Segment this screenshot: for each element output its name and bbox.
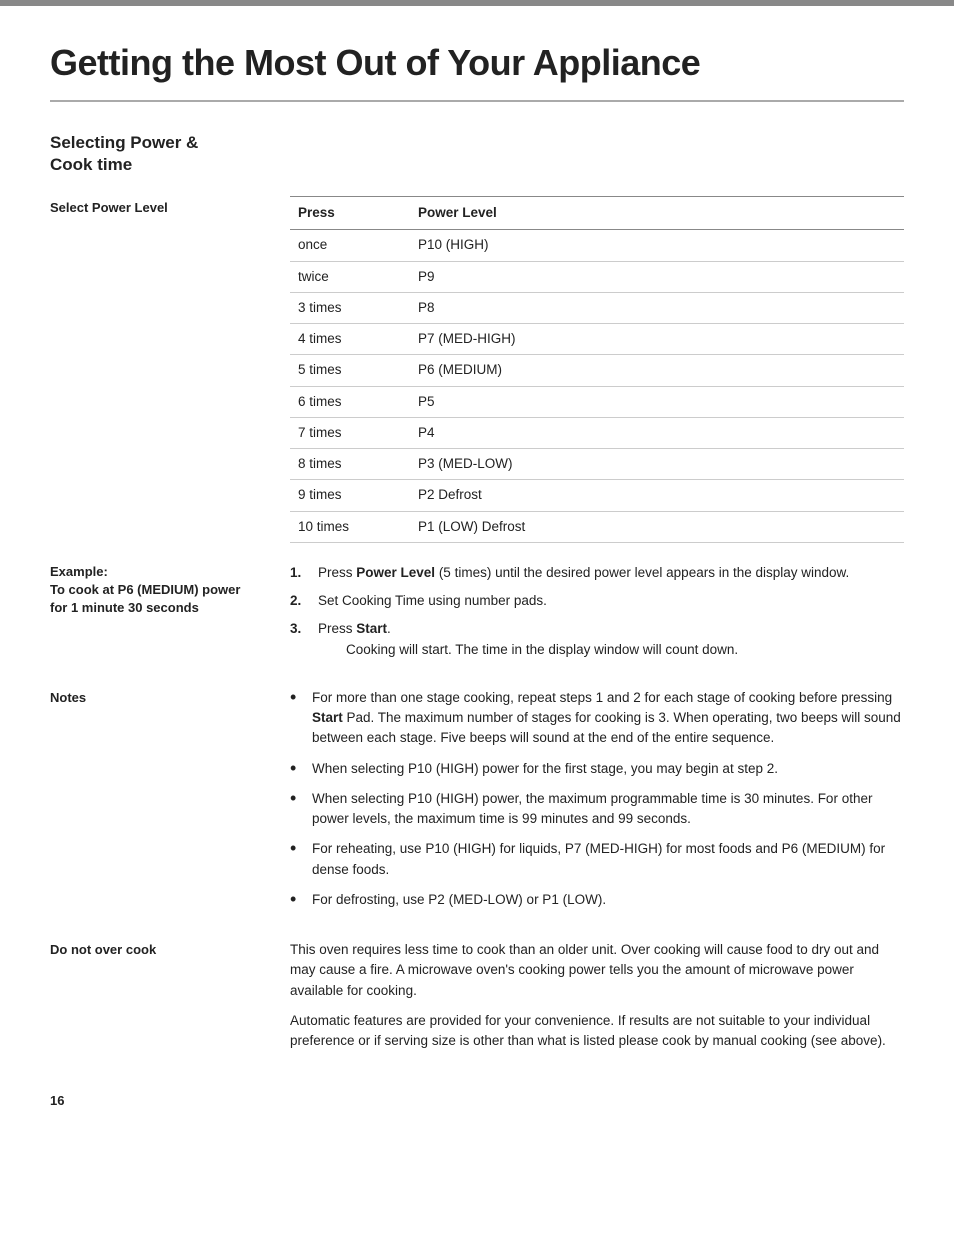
step-2: 2. Set Cooking Time using number pads. — [290, 591, 904, 611]
donotcook-label: Do not over cook — [50, 940, 270, 960]
power-level-cell: P6 (MEDIUM) — [410, 355, 904, 386]
press-cell: once — [290, 230, 410, 261]
donotcook-left: Do not over cook — [50, 940, 290, 1061]
table-row: 3 timesP8 — [290, 292, 904, 323]
table-row: 10 timesP1 (LOW) Defrost — [290, 511, 904, 542]
press-cell: 8 times — [290, 449, 410, 480]
section-heading: Selecting Power &Cook time — [50, 132, 904, 176]
power-level-cell: P4 — [410, 417, 904, 448]
note-5: • For defrosting, use P2 (MED-LOW) or P1… — [290, 890, 904, 910]
power-level-cell: P8 — [410, 292, 904, 323]
bullet-icon-5: • — [290, 890, 304, 910]
power-table-section: Select Power Level Press Power Level onc… — [50, 196, 904, 543]
power-level-cell: P9 — [410, 261, 904, 292]
power-table-left: Select Power Level — [50, 196, 290, 543]
select-power-label: Select Power Level — [50, 198, 270, 218]
donotcook-para-2: Automatic features are provided for your… — [290, 1011, 904, 1052]
example-left: Example:To cook at P6 (MEDIUM) powerfor … — [50, 563, 290, 668]
table-row: 4 timesP7 (MED-HIGH) — [290, 324, 904, 355]
bullet-icon-2: • — [290, 759, 304, 779]
example-section: Example:To cook at P6 (MEDIUM) powerfor … — [50, 563, 904, 668]
bullet-icon-4: • — [290, 839, 304, 859]
press-cell: 4 times — [290, 324, 410, 355]
notes-right: • For more than one stage cooking, repea… — [290, 688, 904, 920]
table-row: twiceP9 — [290, 261, 904, 292]
steps-list: 1. Press Power Level (5 times) until the… — [290, 563, 904, 660]
page-content: Getting the Most Out of Your Appliance S… — [0, 6, 954, 1151]
table-row: 8 timesP3 (MED-LOW) — [290, 449, 904, 480]
bullet-icon-1: • — [290, 688, 304, 708]
power-level-cell: P7 (MED-HIGH) — [410, 324, 904, 355]
notes-list: • For more than one stage cooking, repea… — [290, 688, 904, 910]
power-level-cell: P1 (LOW) Defrost — [410, 511, 904, 542]
bullet-icon-3: • — [290, 789, 304, 809]
press-cell: 3 times — [290, 292, 410, 323]
example-label: Example:To cook at P6 (MEDIUM) powerfor … — [50, 563, 270, 618]
page-number: 16 — [50, 1091, 904, 1111]
step-3: 3. Press Start. Cooking will start. The … — [290, 619, 904, 660]
table-row: 5 timesP6 (MEDIUM) — [290, 355, 904, 386]
example-right: 1. Press Power Level (5 times) until the… — [290, 563, 904, 668]
power-level-cell: P5 — [410, 386, 904, 417]
note-1: • For more than one stage cooking, repea… — [290, 688, 904, 749]
press-cell: 9 times — [290, 480, 410, 511]
power-level-cell: P2 Defrost — [410, 480, 904, 511]
table-row: 9 timesP2 Defrost — [290, 480, 904, 511]
table-row: 6 timesP5 — [290, 386, 904, 417]
press-cell: 6 times — [290, 386, 410, 417]
power-level-cell: P10 (HIGH) — [410, 230, 904, 261]
press-cell: 5 times — [290, 355, 410, 386]
col-press: Press — [290, 197, 410, 230]
notes-section: Notes • For more than one stage cooking,… — [50, 688, 904, 920]
notes-left: Notes — [50, 688, 290, 920]
table-row: 7 timesP4 — [290, 417, 904, 448]
note-2: • When selecting P10 (HIGH) power for th… — [290, 759, 904, 779]
donotcook-section: Do not over cook This oven requires less… — [50, 940, 904, 1061]
note-3: • When selecting P10 (HIGH) power, the m… — [290, 789, 904, 830]
table-row: onceP10 (HIGH) — [290, 230, 904, 261]
note-4: • For reheating, use P10 (HIGH) for liqu… — [290, 839, 904, 880]
donotcook-para-1: This oven requires less time to cook tha… — [290, 940, 904, 1001]
press-cell: twice — [290, 261, 410, 292]
press-cell: 7 times — [290, 417, 410, 448]
power-table: Press Power Level onceP10 (HIGH)twiceP93… — [290, 196, 904, 543]
step-1: 1. Press Power Level (5 times) until the… — [290, 563, 904, 583]
col-power-level: Power Level — [410, 197, 904, 230]
power-level-cell: P3 (MED-LOW) — [410, 449, 904, 480]
page-title: Getting the Most Out of Your Appliance — [50, 36, 904, 102]
power-table-right: Press Power Level onceP10 (HIGH)twiceP93… — [290, 196, 904, 543]
notes-label: Notes — [50, 688, 270, 708]
press-cell: 10 times — [290, 511, 410, 542]
donotcook-right: This oven requires less time to cook tha… — [290, 940, 904, 1061]
